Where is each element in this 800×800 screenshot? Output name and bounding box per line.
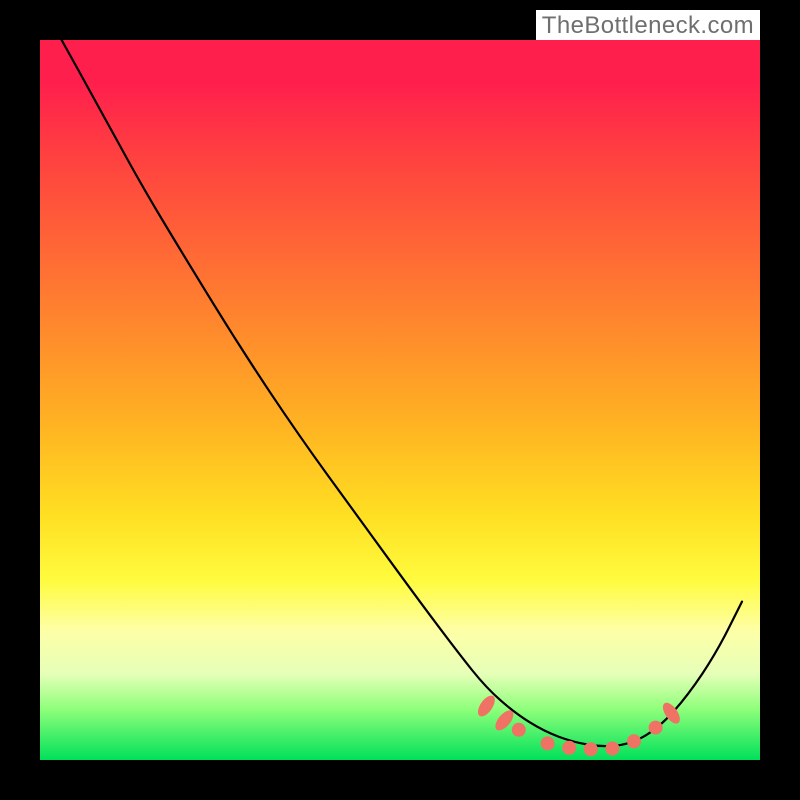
curve-marker-oval [475,693,499,720]
plot-area [40,40,760,760]
curve-marker [541,736,555,750]
curve-path [62,40,742,746]
curve-marker [605,742,619,756]
chart-frame: TheBottleneck.com [0,0,800,800]
bottleneck-curve [40,40,760,760]
curve-marker [512,723,526,737]
curve-marker [562,741,576,755]
attribution-label: TheBottleneck.com [536,10,760,42]
marker-group [475,693,684,756]
curve-marker [627,734,641,748]
curve-marker [584,742,598,756]
curve-marker [649,721,663,735]
